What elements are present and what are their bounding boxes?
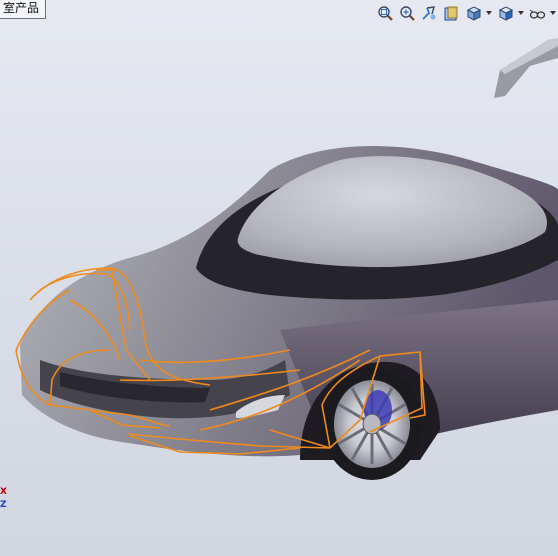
document-title-tab[interactable]: 室产品 <box>0 0 47 19</box>
previous-view-icon <box>421 5 435 20</box>
triad-z-label: Z <box>0 500 7 510</box>
display-style-button[interactable] <box>496 3 514 23</box>
hide-show-items-icon <box>529 9 545 19</box>
zoom-to-fit-button[interactable] <box>376 3 394 23</box>
display-style-icon <box>498 5 513 21</box>
zoom-to-area-button[interactable] <box>398 3 416 23</box>
display-style-dropdown[interactable] <box>518 3 524 23</box>
car-model-render[interactable] <box>0 0 558 556</box>
hide-show-items-dropdown[interactable] <box>550 3 556 23</box>
zoom-to-fit-icon <box>377 5 393 21</box>
reference-triad: X Z <box>0 486 20 512</box>
section-view-button[interactable] <box>442 3 460 23</box>
rear-spoiler <box>494 38 558 98</box>
graphics-viewport[interactable]: 室产品 X Z <box>0 0 558 556</box>
car-body <box>20 146 558 460</box>
chevron-down-icon <box>486 11 492 15</box>
chevron-down-icon <box>518 11 524 15</box>
previous-view-button[interactable] <box>420 3 438 23</box>
hide-show-items-button[interactable] <box>528 3 546 23</box>
chevron-down-icon <box>550 11 556 15</box>
heads-up-view-toolbar <box>376 2 556 24</box>
section-view-icon <box>444 6 457 20</box>
view-orientation-dropdown[interactable] <box>486 3 492 23</box>
view-orientation-button[interactable] <box>464 3 482 23</box>
zoom-to-area-icon <box>399 5 415 21</box>
view-orientation-icon <box>466 5 481 21</box>
triad-x-label: X <box>0 487 7 497</box>
